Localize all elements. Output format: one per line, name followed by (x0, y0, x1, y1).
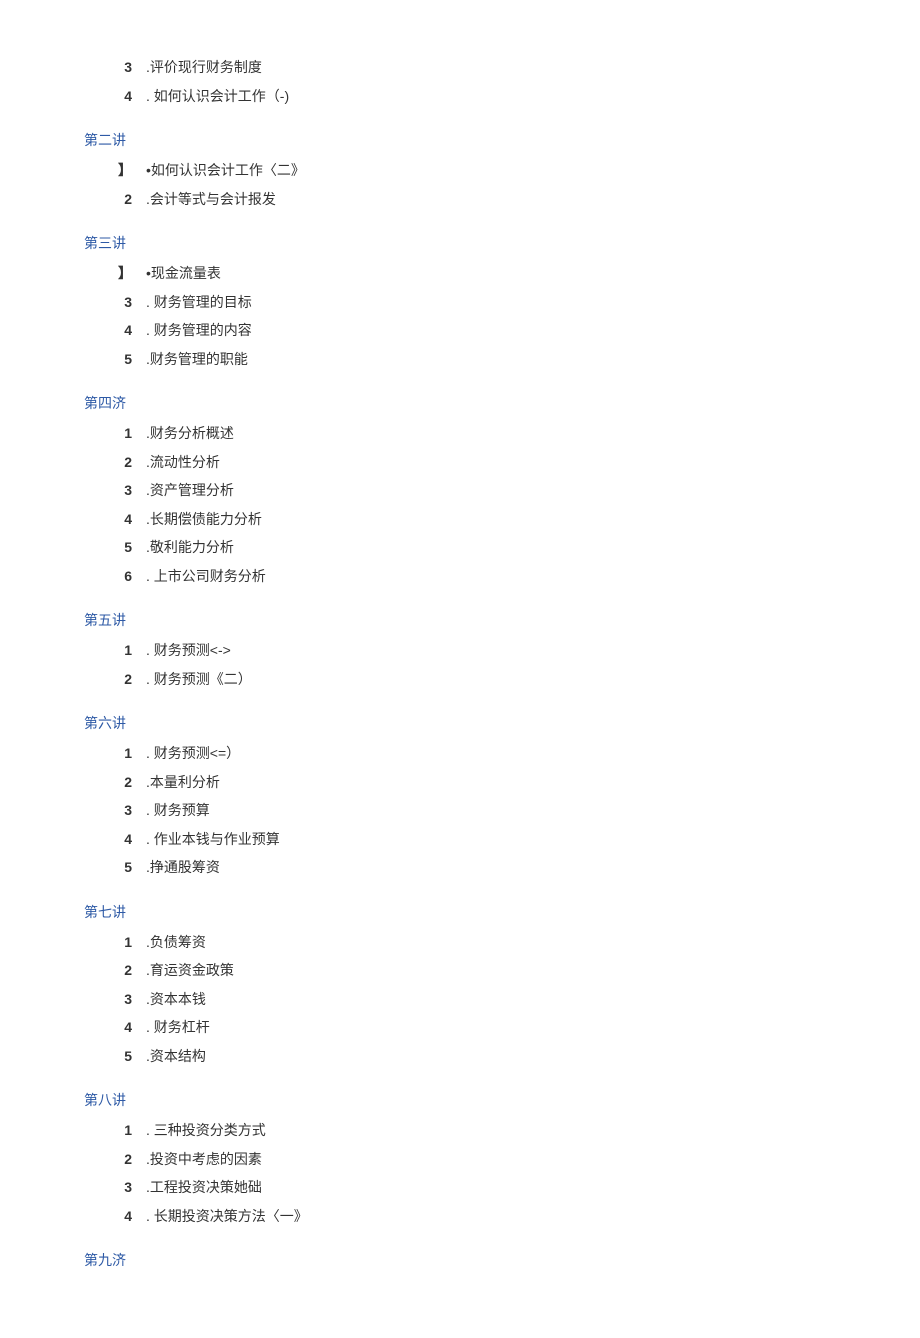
item-text: . 作业本钱与作业预算 (146, 827, 280, 852)
item-number: 2 (84, 1147, 146, 1172)
item-text: .财务分析概述 (146, 421, 234, 446)
item-number: 2 (84, 667, 146, 692)
item-number: 1 (84, 638, 146, 663)
list-item: 5 .资本结构 (84, 1044, 920, 1069)
list-item: 1 . 财务预测<-> (84, 638, 920, 663)
item-number: 4 (84, 318, 146, 343)
item-number: 2 (84, 450, 146, 475)
item-text: .敬利能力分析 (146, 535, 234, 560)
item-text: •如何认识会计工作〈二》 (146, 158, 305, 183)
item-number: 1 (84, 930, 146, 955)
section-heading: 第六讲 (84, 713, 920, 733)
item-text: . 如何认识会计工作（-) (146, 84, 289, 109)
item-number: 1 (84, 741, 146, 766)
list-item: 5 .敬利能力分析 (84, 535, 920, 560)
item-number: 5 (84, 855, 146, 880)
list-item: 2 .育运资金政策 (84, 958, 920, 983)
item-number: 2 (84, 187, 146, 212)
section-heading: 第二讲 (84, 130, 920, 150)
list-item: 3 .评价现行财务制度 (84, 55, 920, 80)
item-text: . 长期投资决策方法〈一》 (146, 1204, 308, 1229)
item-text: .投资中考虑的因素 (146, 1147, 262, 1172)
item-number: 5 (84, 347, 146, 372)
section-heading: 第九济 (84, 1250, 920, 1270)
list-item: 1 . 三种投资分类方式 (84, 1118, 920, 1143)
list-item: 1 . 财务预测<=） (84, 741, 920, 766)
section-heading: 第三讲 (84, 233, 920, 253)
list-item: 3 . 财务预算 (84, 798, 920, 823)
section-heading: 第七讲 (84, 902, 920, 922)
item-number: 】 (84, 261, 146, 286)
item-number: 2 (84, 958, 146, 983)
item-text: .资产管理分析 (146, 478, 234, 503)
item-number: 4 (84, 1204, 146, 1229)
item-text: .育运资金政策 (146, 958, 234, 983)
item-number: 3 (84, 55, 146, 80)
item-text: .会计等式与会计报发 (146, 187, 276, 212)
item-number: 4 (84, 84, 146, 109)
item-text: .长期偿债能力分析 (146, 507, 262, 532)
list-item: 5 .财务管理的职能 (84, 347, 920, 372)
item-text: . 财务预测<=） (146, 741, 240, 766)
item-text: .评价现行财务制度 (146, 55, 262, 80)
item-number: 5 (84, 1044, 146, 1069)
list-item: 3 .资产管理分析 (84, 478, 920, 503)
list-item: 4 . 如何认识会计工作（-) (84, 84, 920, 109)
list-item: 2 .流动性分析 (84, 450, 920, 475)
list-item: 2 .会计等式与会计报发 (84, 187, 920, 212)
item-number: 】 (84, 158, 146, 183)
item-text: .流动性分析 (146, 450, 220, 475)
item-number: 4 (84, 827, 146, 852)
list-item: 2 .投资中考虑的因素 (84, 1147, 920, 1172)
list-item: 4 . 财务管理的内容 (84, 318, 920, 343)
list-item: 3 .资本本钱 (84, 987, 920, 1012)
item-text: . 上市公司财务分析 (146, 564, 266, 589)
list-item: 1 .负债筹资 (84, 930, 920, 955)
item-text: .资本结构 (146, 1044, 206, 1069)
list-item: 1 .财务分析概述 (84, 421, 920, 446)
list-item: 4 . 长期投资决策方法〈一》 (84, 1204, 920, 1229)
list-item: 4 . 作业本钱与作业预算 (84, 827, 920, 852)
list-item: 3 . 财务管理的目标 (84, 290, 920, 315)
item-number: 3 (84, 1175, 146, 1200)
item-text: .资本本钱 (146, 987, 206, 1012)
list-item: 】 •现金流量表 (84, 261, 920, 286)
list-item: 4 . 财务杠杆 (84, 1015, 920, 1040)
list-item: 5 .挣通股筹资 (84, 855, 920, 880)
item-text: . 财务预测《二） (146, 667, 252, 692)
item-text: . 财务杠杆 (146, 1015, 210, 1040)
item-number: 3 (84, 987, 146, 1012)
item-number: 6 (84, 564, 146, 589)
item-text: . 三种投资分类方式 (146, 1118, 266, 1143)
list-item: 3 .工程投资决策她础 (84, 1175, 920, 1200)
item-text: . 财务管理的目标 (146, 290, 252, 315)
item-text: . 财务预算 (146, 798, 210, 823)
document-page: 3 .评价现行财务制度 4 . 如何认识会计工作（-) 第二讲 】 •如何认识会… (0, 0, 920, 1338)
item-text: .负债筹资 (146, 930, 206, 955)
item-text: .工程投资决策她础 (146, 1175, 262, 1200)
item-number: 3 (84, 478, 146, 503)
item-number: 4 (84, 507, 146, 532)
item-text: •现金流量表 (146, 261, 221, 286)
item-number: 1 (84, 1118, 146, 1143)
item-text: .挣通股筹资 (146, 855, 220, 880)
list-item: 】 •如何认识会计工作〈二》 (84, 158, 920, 183)
list-item: 2 . 财务预测《二） (84, 667, 920, 692)
item-number: 5 (84, 535, 146, 560)
item-text: . 财务预测<-> (146, 638, 231, 663)
item-number: 3 (84, 290, 146, 315)
section-heading: 第五讲 (84, 610, 920, 630)
list-item: 2 .本量利分析 (84, 770, 920, 795)
item-number: 3 (84, 798, 146, 823)
item-text: . 财务管理的内容 (146, 318, 252, 343)
list-item: 4 .长期偿债能力分析 (84, 507, 920, 532)
section-heading: 第四济 (84, 393, 920, 413)
item-number: 2 (84, 770, 146, 795)
item-number: 4 (84, 1015, 146, 1040)
list-item: 6 . 上市公司财务分析 (84, 564, 920, 589)
item-number: 1 (84, 421, 146, 446)
item-text: .本量利分析 (146, 770, 220, 795)
item-text: .财务管理的职能 (146, 347, 248, 372)
section-heading: 第八讲 (84, 1090, 920, 1110)
